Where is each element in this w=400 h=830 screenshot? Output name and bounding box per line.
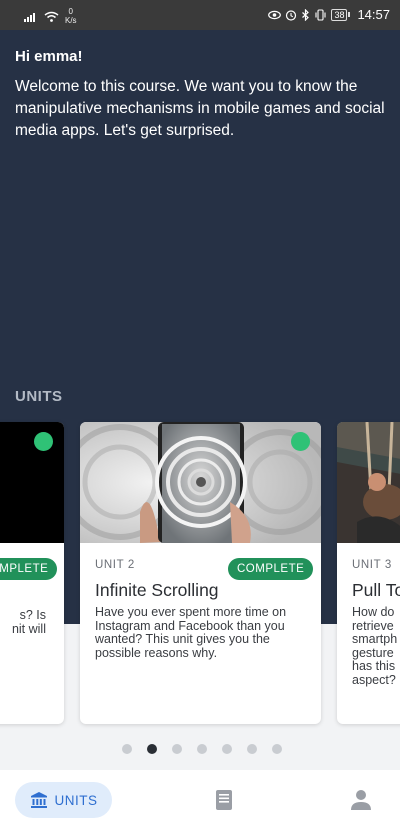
- unit-1-image: [0, 422, 64, 543]
- swing-photo: [337, 422, 400, 543]
- pager-dot[interactable]: [172, 744, 182, 754]
- nav-units-label: UNITS: [54, 792, 98, 808]
- spiral-staircase-photo: [80, 422, 321, 543]
- network-speed: 0 K/s: [65, 7, 77, 25]
- unit-card-1[interactable]: COMPLETE s? Is nit will: [0, 422, 64, 724]
- eye-icon: [268, 10, 282, 19]
- unit-card-2[interactable]: UNIT 2 COMPLETE Infinite Scrolling Have …: [80, 422, 321, 724]
- alarm-icon: [286, 9, 297, 21]
- completed-indicator: [34, 432, 53, 451]
- unit-2-description: Have you ever spent more time on Instagr…: [95, 605, 287, 660]
- carousel-pager: [0, 744, 400, 754]
- completed-indicator: [291, 432, 310, 451]
- greeting-title: Hi emma!: [15, 48, 83, 65]
- unit-2-label: UNIT 2: [95, 559, 135, 571]
- pager-dot[interactable]: [222, 744, 232, 754]
- welcome-text: Welcome to this course. We want you to k…: [15, 78, 385, 139]
- unit-3-description: How do retrieve smartph gesture has this…: [352, 605, 398, 687]
- vibrate-icon: [315, 8, 326, 21]
- bottom-navigation: UNITS: [0, 770, 400, 830]
- nav-units-tab[interactable]: UNITS: [15, 782, 112, 818]
- signal-icon: [24, 12, 35, 22]
- clock: 14:57: [357, 7, 390, 22]
- complete-badge: COMPLETE: [0, 558, 58, 580]
- bank-icon: [30, 792, 47, 808]
- complete-badge: COMPLETE: [228, 558, 314, 580]
- pager-dot[interactable]: [122, 744, 132, 754]
- unit-3-title: Pull To: [352, 580, 400, 600]
- unit-2-title: Infinite Scrolling: [95, 580, 219, 600]
- battery-icon: 38: [331, 8, 351, 21]
- unit-1-description: s? Is nit will: [11, 608, 46, 636]
- unit-3-label: UNIT 3: [352, 559, 392, 571]
- pager-dot[interactable]: [197, 744, 207, 754]
- status-bar: 0 K/s 38 14:57: [0, 0, 400, 30]
- pager-dot-active[interactable]: [147, 744, 157, 754]
- wifi-icon: [44, 11, 59, 22]
- bluetooth-icon: [302, 8, 310, 21]
- person-icon[interactable]: [350, 789, 372, 811]
- pager-dot[interactable]: [247, 744, 257, 754]
- units-heading: UNITS: [15, 388, 63, 405]
- book-icon[interactable]: [214, 789, 234, 811]
- pager-dot[interactable]: [272, 744, 282, 754]
- unit-card-3[interactable]: UNIT 3 Pull To How do retrieve smartph g…: [337, 422, 400, 724]
